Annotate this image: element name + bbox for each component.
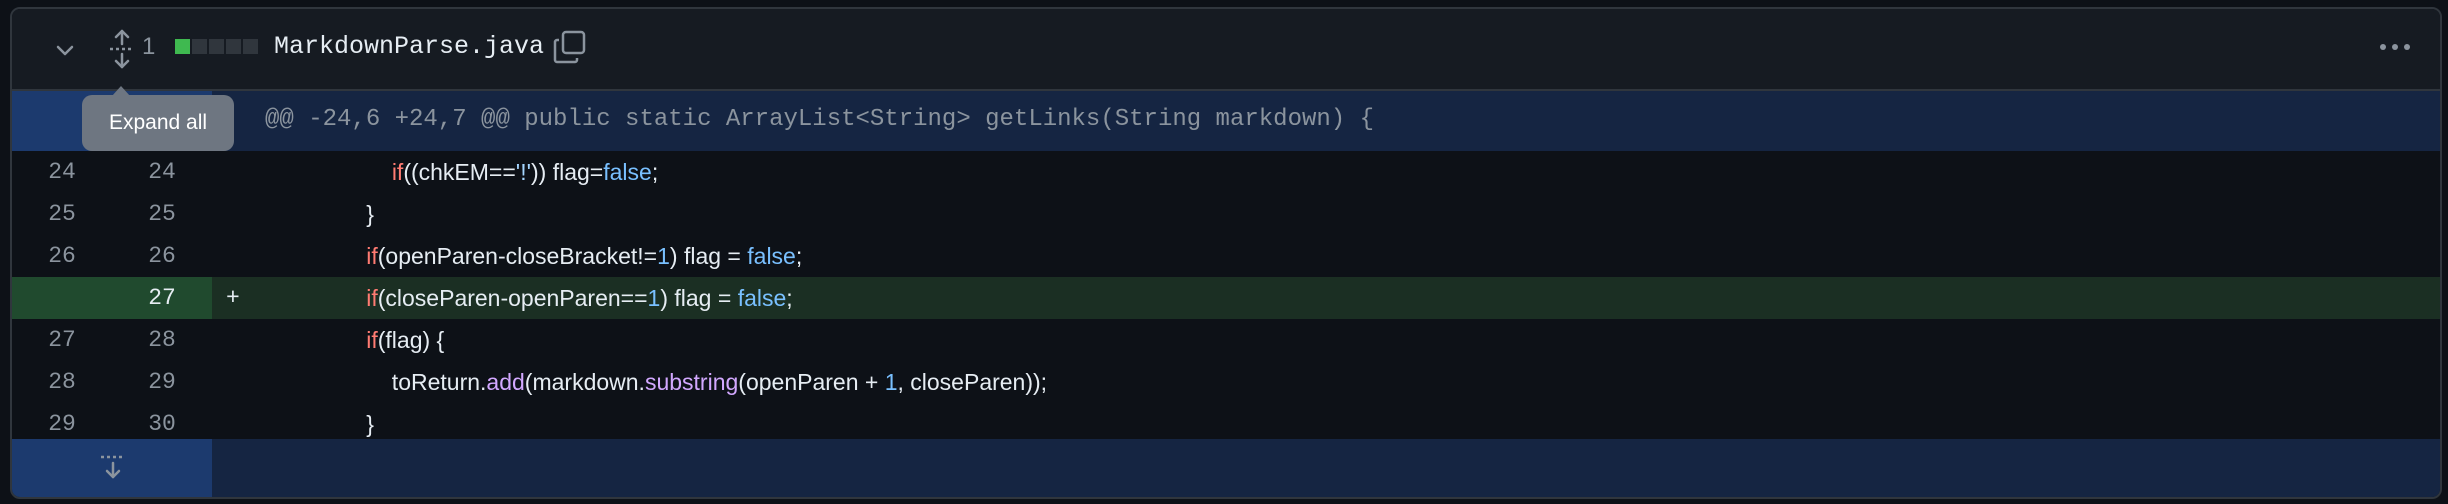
code-token: (openParen +	[738, 369, 885, 395]
code-token: (markdown.	[524, 369, 645, 395]
code-token: false	[737, 285, 787, 311]
copy-icon[interactable]	[552, 29, 588, 65]
code-token: if	[366, 285, 378, 311]
code-token: }	[264, 411, 374, 437]
kebab-menu-icon[interactable]	[2378, 39, 2412, 55]
code-token: false	[603, 159, 652, 185]
expand-down-bar	[212, 439, 2440, 497]
hunk-header-text: @@ -24,6 +24,7 @@ public static ArrayLis…	[265, 106, 1374, 133]
diffstat-block-added	[175, 39, 190, 54]
code-token: )) flag=	[530, 159, 604, 185]
code-token: '!'	[515, 159, 531, 185]
code-token: ) flag =	[669, 243, 748, 269]
diff-line: 25 25 }	[12, 193, 2440, 235]
code-token: ) flag =	[660, 285, 738, 311]
code-token: toReturn.	[264, 369, 487, 395]
code-token: 1	[647, 285, 661, 311]
code-line: toReturn.add(markdown.substring(openPare…	[264, 361, 1047, 403]
expand-down-icon[interactable]	[98, 453, 128, 481]
code-line: if(closeParen-openParen==1) flag = false…	[264, 277, 793, 319]
code-token: , closeParen));	[897, 369, 1048, 395]
new-line-number[interactable]: 25	[112, 193, 212, 235]
chevron-down-icon[interactable]	[54, 39, 76, 61]
diffstat-block-neutral	[226, 39, 241, 54]
diff-line: 24 24 if((chkEM=='!')) flag=false;	[12, 151, 2440, 193]
code-line: if(flag) {	[264, 319, 444, 361]
diff-line: 27 28 if(flag) {	[12, 319, 2440, 361]
diffstat-block-neutral	[192, 39, 207, 54]
diff-marker: +	[226, 285, 240, 311]
expand-down-gutter[interactable]	[12, 439, 212, 497]
code-token: substring	[644, 369, 739, 395]
code-token: ;	[795, 243, 803, 269]
file-name-link[interactable]: MarkdownParse.java	[274, 32, 544, 61]
code-token: 1	[657, 243, 670, 269]
diffstat-block-neutral	[209, 39, 224, 54]
expand-all-icon[interactable]	[106, 29, 138, 69]
diff-lines: 24 24 if((chkEM=='!')) flag=false; 25 25 } 2…	[12, 151, 2440, 445]
code-token: 1	[884, 369, 898, 395]
old-line-number[interactable]: 27	[12, 319, 112, 361]
diff-line-added: 27 + if(closeParen-openParen==1) flag = f…	[12, 277, 2440, 319]
code-token: (openParen-closeBracket!=	[377, 243, 658, 269]
file-header: 1 MarkdownParse.java	[12, 9, 2440, 91]
diffstat-block-neutral	[243, 39, 258, 54]
old-line-number[interactable]: 24	[12, 151, 112, 193]
new-line-number[interactable]: 27	[112, 277, 212, 319]
diffstat-bar	[175, 39, 258, 54]
code-token: add	[486, 369, 525, 395]
old-line-number[interactable]	[12, 277, 112, 319]
old-line-number[interactable]: 26	[12, 235, 112, 277]
diff-file-panel: 1 MarkdownParse.java @@ -24,6 +24,7 @@ p…	[10, 7, 2442, 499]
code-token: ((chkEM==	[403, 159, 516, 185]
code-token: if	[391, 159, 404, 185]
code-token: ;	[651, 159, 659, 185]
code-token: if	[366, 327, 378, 353]
code-token: ;	[786, 285, 793, 311]
diff-line: 28 29 toReturn.add(markdown.substring(ope…	[12, 361, 2440, 403]
changes-count: 1	[142, 33, 156, 60]
old-line-number[interactable]: 25	[12, 193, 112, 235]
old-line-number[interactable]: 28	[12, 361, 112, 403]
new-line-number[interactable]: 26	[112, 235, 212, 277]
expand-all-tooltip: Expand all	[82, 95, 234, 151]
code-token: }	[264, 201, 374, 227]
new-line-number[interactable]: 24	[112, 151, 212, 193]
code-line: if((chkEM=='!')) flag=false;	[264, 151, 658, 193]
code-token: if	[366, 243, 378, 269]
code-token: false	[747, 243, 796, 269]
new-line-number[interactable]: 28	[112, 319, 212, 361]
new-line-number[interactable]: 29	[112, 361, 212, 403]
code-token: (flag) {	[377, 327, 445, 353]
code-line: }	[264, 193, 374, 235]
diff-line: 26 26 if(openParen-closeBracket!=1) flag …	[12, 235, 2440, 277]
code-token: (closeParen-openParen==	[377, 285, 648, 311]
code-line: if(openParen-closeBracket!=1) flag = fal…	[264, 235, 802, 277]
